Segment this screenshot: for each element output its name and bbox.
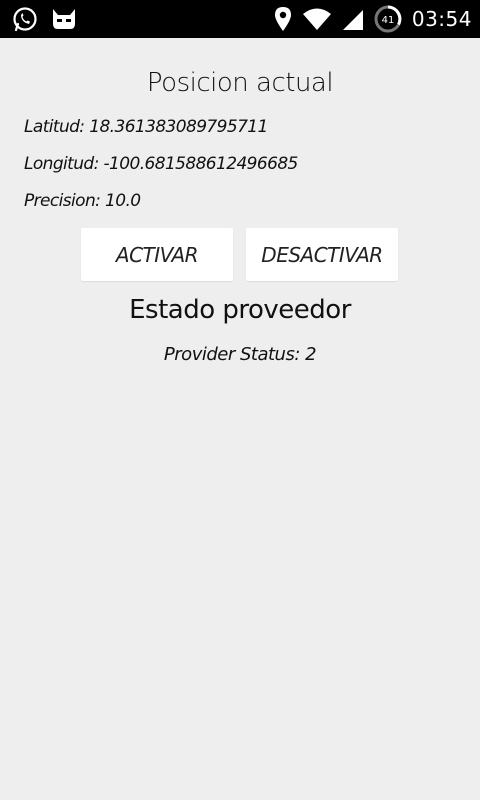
page-title: Posicion actual	[146, 68, 334, 98]
desactivar-button[interactable]: DESACTIVAR	[246, 228, 398, 281]
longitude-text: Longitud: -100.681588612496685	[24, 154, 298, 174]
provider-status-text: Provider Status: 2	[163, 344, 317, 365]
location-pin-icon	[274, 6, 292, 32]
provider-status-title: Estado proveedor	[129, 295, 351, 325]
battery-circle-icon: 41	[374, 5, 402, 33]
whatsapp-icon	[12, 6, 38, 32]
precision-text: Precision: 10.0	[24, 191, 141, 211]
status-bar: 41 03:54	[0, 0, 480, 38]
wifi-icon	[302, 7, 332, 31]
main-content: Posicion actual Latitud: 18.361383089795…	[0, 38, 480, 800]
latitude-text: Latitud: 18.361383089795711	[24, 117, 268, 137]
cyanogen-mascot-icon	[50, 6, 78, 32]
signal-icon	[342, 7, 364, 31]
activar-button[interactable]: ACTIVAR	[81, 228, 233, 281]
svg-text:41: 41	[381, 15, 394, 26]
clock: 03:54	[411, 7, 472, 31]
